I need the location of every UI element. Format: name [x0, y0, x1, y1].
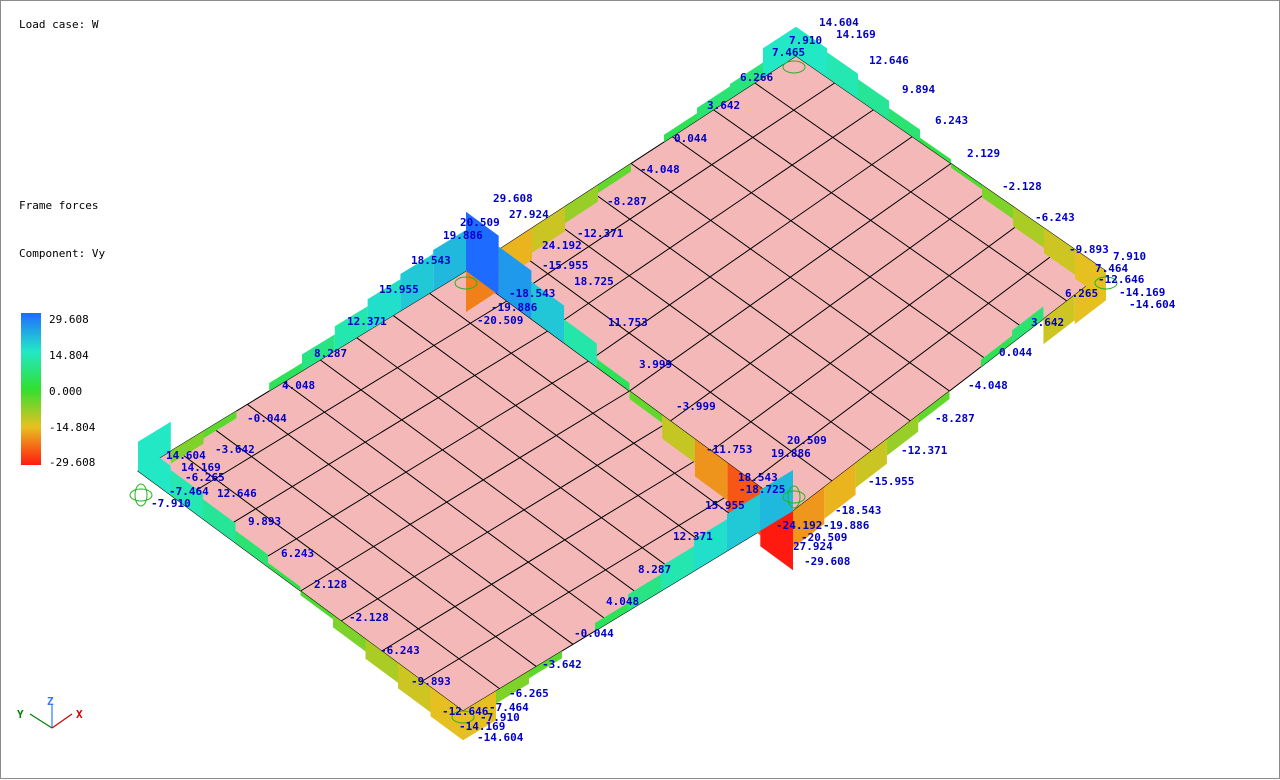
shear-value-label: 6.266: [740, 71, 773, 84]
shear-value-label: -18.543: [835, 504, 881, 517]
legend-value: -14.804: [49, 421, 96, 434]
shear-value-label: 4.048: [606, 595, 639, 608]
shear-value-label: -2.128: [1002, 180, 1042, 193]
shear-value-label: -20.509: [477, 314, 523, 327]
shear-value-label: 12.371: [347, 315, 387, 328]
shear-value-label: 20.509: [460, 216, 500, 229]
shear-value-label: 12.646: [217, 487, 257, 500]
shear-value-label: 9.893: [248, 515, 281, 528]
support-icon: [129, 488, 153, 502]
shear-value-label: 29.608: [493, 192, 533, 205]
shear-value-label: -4.048: [640, 163, 680, 176]
shear-value-label: 18.543: [411, 254, 451, 267]
shear-value-label: -12.646: [1098, 273, 1145, 286]
legend-color-bar: [21, 313, 41, 465]
legend-value: -29.608: [49, 456, 96, 469]
shear-value-label: -3.642: [215, 443, 255, 456]
shear-value-label: -14.604: [477, 731, 524, 744]
shear-value-label: 19.886: [771, 447, 811, 460]
component-label: Component: Vy: [19, 247, 106, 260]
shear-value-label: 12.646: [869, 54, 909, 67]
shear-value-label: 8.287: [638, 563, 671, 576]
shear-value-label: 15.955: [379, 283, 419, 296]
shear-value-label: -19.886: [491, 301, 538, 314]
shear-value-label: -15.955: [868, 475, 914, 488]
shear-value-label: -18.543: [509, 287, 555, 300]
load-case-label: Load case: W: [19, 18, 99, 31]
frame-force-diagram: 14.60414.1697.9107.46512.6466.2669.8943.…: [17, 16, 1176, 744]
shear-value-label: 4.048: [282, 379, 315, 392]
shear-value-label: -15.955: [542, 259, 588, 272]
y-axis-label: Y: [17, 708, 24, 721]
legend-value: 14.804: [49, 349, 89, 362]
shear-value-label: -6.265: [509, 687, 549, 700]
shear-value-label: 7.465: [772, 46, 805, 59]
shear-value-label: -7.910: [151, 497, 191, 510]
shear-value-label: -0.044: [574, 627, 614, 640]
z-axis-label: Z: [47, 695, 54, 708]
shear-value-label: -6.243: [1035, 211, 1075, 224]
shear-value-label: -6.243: [380, 644, 420, 657]
shear-value-label: -0.044: [247, 412, 287, 425]
shear-value-label: -4.048: [968, 379, 1008, 392]
shear-value-label: -9.893: [411, 675, 451, 688]
shear-value-label: 2.128: [314, 578, 347, 591]
axis-triad: Z X Y: [17, 695, 83, 729]
x-axis-label: X: [76, 708, 83, 721]
shear-value-label: 27.924: [509, 208, 549, 221]
shear-value-label: 18.725: [574, 275, 614, 288]
shear-value-label: 27.924: [793, 540, 833, 553]
shear-value-label: -8.287: [607, 195, 647, 208]
support-icon: [134, 483, 148, 507]
shear-value-label: 0.044: [674, 132, 707, 145]
shear-value-label: 9.894: [902, 83, 935, 96]
shear-value-label: 6.265: [1065, 287, 1098, 300]
shear-value-label: 14.169: [836, 28, 876, 41]
shear-value-label: -14.604: [1129, 298, 1176, 311]
legend-value: 0.000: [49, 385, 83, 398]
result-info: Frame forces Component: Vy: [19, 166, 105, 294]
shear-value-label: -3.999: [676, 400, 716, 413]
shear-value-label: 8.287: [314, 347, 347, 360]
shear-value-label: -29.608: [804, 555, 850, 568]
shear-value-label: 2.129: [967, 147, 1000, 160]
shear-value-label: 6.243: [935, 114, 968, 127]
shear-value-label: -12.371: [577, 227, 624, 240]
shear-value-label: 12.371: [673, 530, 713, 543]
shear-value-label: -3.642: [542, 658, 582, 671]
shear-value-label: -2.128: [349, 611, 389, 624]
shear-value-label: -12.371: [901, 444, 948, 457]
shear-value-label: -9.893: [1069, 243, 1109, 256]
result-title: Frame forces: [19, 199, 99, 212]
shear-value-label: 15.955: [705, 499, 745, 512]
model-viewport[interactable]: 14.604 14.169 7.910 7.465 12.646 6.266 9.894 3.…: [0, 0, 1280, 779]
shear-value-label: 0.044: [999, 346, 1032, 359]
shear-value-label: 19.886: [443, 229, 483, 242]
shear-value-label: 6.243: [281, 547, 314, 560]
shear-value-label: -11.753: [706, 443, 752, 456]
shear-value-label: 20.509: [787, 434, 827, 447]
shear-value-label: 3.999: [639, 358, 672, 371]
shear-value-label: 3.642: [1031, 316, 1064, 329]
shear-value-label: 11.753: [608, 316, 648, 329]
shear-value-label: -8.287: [935, 412, 975, 425]
shear-value-label: -18.725: [739, 483, 785, 496]
shear-value-label: -6.265: [185, 471, 225, 484]
legend-value: 29.608: [49, 313, 89, 326]
shear-value-label: 3.642: [707, 99, 740, 112]
shear-value-label: 24.192: [542, 239, 582, 252]
